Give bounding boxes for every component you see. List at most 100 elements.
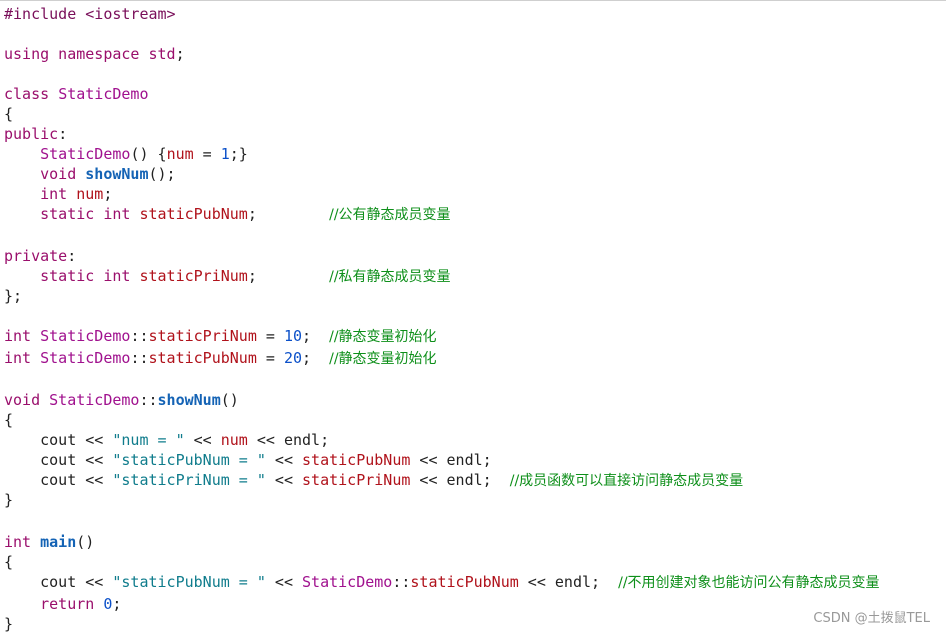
code-token: static int (4, 205, 140, 223)
code-token: ; (302, 327, 330, 345)
code-token: num (76, 185, 104, 203)
code-comment: //静态变量初始化 (329, 351, 437, 367)
code-token: private (4, 247, 68, 265)
code-token: { (4, 411, 14, 429)
code-token: 20 (283, 349, 303, 367)
code-token: cout << (4, 573, 113, 591)
code-token: }; (4, 287, 23, 305)
code-line: { (4, 410, 13, 430)
code-token: } (4, 615, 14, 633)
code-token: return (4, 595, 104, 613)
code-line: int num; (4, 184, 112, 204)
code-token: staticPubNum (302, 451, 411, 469)
code-token: << endl; (410, 451, 492, 469)
code-line: void StaticDemo::showNum() (4, 390, 239, 410)
code-line: }; (4, 286, 22, 306)
code-token: ; (247, 205, 330, 223)
code-token: using namespace std (4, 45, 176, 63)
code-token: : (58, 125, 68, 143)
code-token: << (184, 431, 221, 449)
code-line: cout << "staticPubNum = " << StaticDemo:… (4, 572, 880, 592)
code-token: StaticDemo (302, 573, 393, 591)
code-token: ; (103, 185, 113, 203)
code-token: 10 (283, 327, 303, 345)
code-token: { (4, 553, 14, 571)
code-token: "staticPubNum = " (112, 573, 266, 591)
code-token: int (4, 533, 41, 551)
code-token: void (4, 165, 86, 183)
code-token: () (76, 533, 95, 551)
code-line: cout << "num = " << num << endl; (4, 430, 329, 450)
code-token: :: (139, 391, 158, 409)
code-token: : (67, 247, 77, 265)
code-token: StaticDemo (40, 349, 131, 367)
code-token: ;} (229, 145, 248, 163)
code-token: ; (175, 45, 185, 63)
code-token: staticPriNum (148, 327, 257, 345)
code-line: cout << "staticPriNum = " << staticPriNu… (4, 470, 743, 490)
watermark: CSDN @土拨鼠TEL (813, 611, 930, 626)
code-line: static int staticPriNum; //私有静态成员变量 (4, 266, 451, 286)
code-comment: //公有静态成员变量 (329, 207, 451, 223)
code-token: << (265, 451, 303, 469)
code-token: = (193, 145, 221, 163)
code-token: static int (4, 267, 140, 285)
code-token: (); (148, 165, 176, 183)
code-token: int (4, 327, 41, 345)
code-line: using namespace std; (4, 44, 185, 64)
code-token: = (256, 349, 284, 367)
code-token: main (40, 533, 77, 551)
code-comment: //成员函数可以直接访问静态成员变量 (509, 473, 744, 489)
code-token: staticPriNum (139, 267, 248, 285)
code-token: 1 (220, 145, 230, 163)
code-line: return 0; (4, 594, 121, 614)
code-token: "staticPriNum = " (112, 471, 266, 489)
code-token: << endl; (518, 573, 619, 591)
code-token: class (4, 85, 59, 103)
code-token: StaticDemo (49, 391, 140, 409)
code-comment: //私有静态成员变量 (329, 269, 451, 285)
code-line: cout << "staticPubNum = " << staticPubNu… (4, 450, 492, 470)
code-line: public: (4, 124, 67, 144)
code-line: } (4, 490, 13, 510)
code-token: showNum (157, 391, 221, 409)
code-line: private: (4, 246, 76, 266)
code-line: static int staticPubNum; //公有静态成员变量 (4, 204, 451, 224)
code-token: StaticDemo (58, 85, 149, 103)
code-token: ; (112, 595, 122, 613)
code-token: :: (130, 327, 149, 345)
code-token: cout << (4, 431, 113, 449)
code-comment: //静态变量初始化 (329, 329, 437, 345)
code-token: int (4, 185, 77, 203)
code-token: StaticDemo (40, 145, 131, 163)
code-token: ; (302, 349, 330, 367)
code-token: ; (247, 267, 330, 285)
code-token: << endl; (410, 471, 510, 489)
code-token: << (265, 471, 303, 489)
code-token: = (256, 327, 284, 345)
code-comment: //不用创建对象也能访问公有静态成员变量 (618, 575, 880, 591)
code-token: #include <iostream> (4, 5, 176, 23)
code-token: "num = " (112, 431, 185, 449)
code-line: class StaticDemo (4, 84, 149, 104)
code-token: staticPubNum (139, 205, 248, 223)
code-editor[interactable]: #include <iostream> using namespace std; c… (0, 0, 946, 636)
code-token: staticPubNum (148, 349, 257, 367)
code-token: num (220, 431, 248, 449)
code-line: int StaticDemo::staticPubNum = 20; //静态变… (4, 348, 437, 368)
code-token: cout << (4, 471, 113, 489)
code-token: { (4, 105, 14, 123)
code-token: << endl; (247, 431, 330, 449)
code-line: void showNum(); (4, 164, 176, 184)
code-token: public (4, 125, 59, 143)
code-token: :: (392, 573, 411, 591)
code-token: << (265, 573, 303, 591)
code-token: "staticPubNum = " (112, 451, 266, 469)
code-token: showNum (85, 165, 149, 183)
code-line: #include <iostream> (4, 4, 176, 24)
code-token: num (166, 145, 194, 163)
code-token: int (4, 349, 41, 367)
code-line: int main() (4, 532, 94, 552)
code-token: () (220, 391, 239, 409)
